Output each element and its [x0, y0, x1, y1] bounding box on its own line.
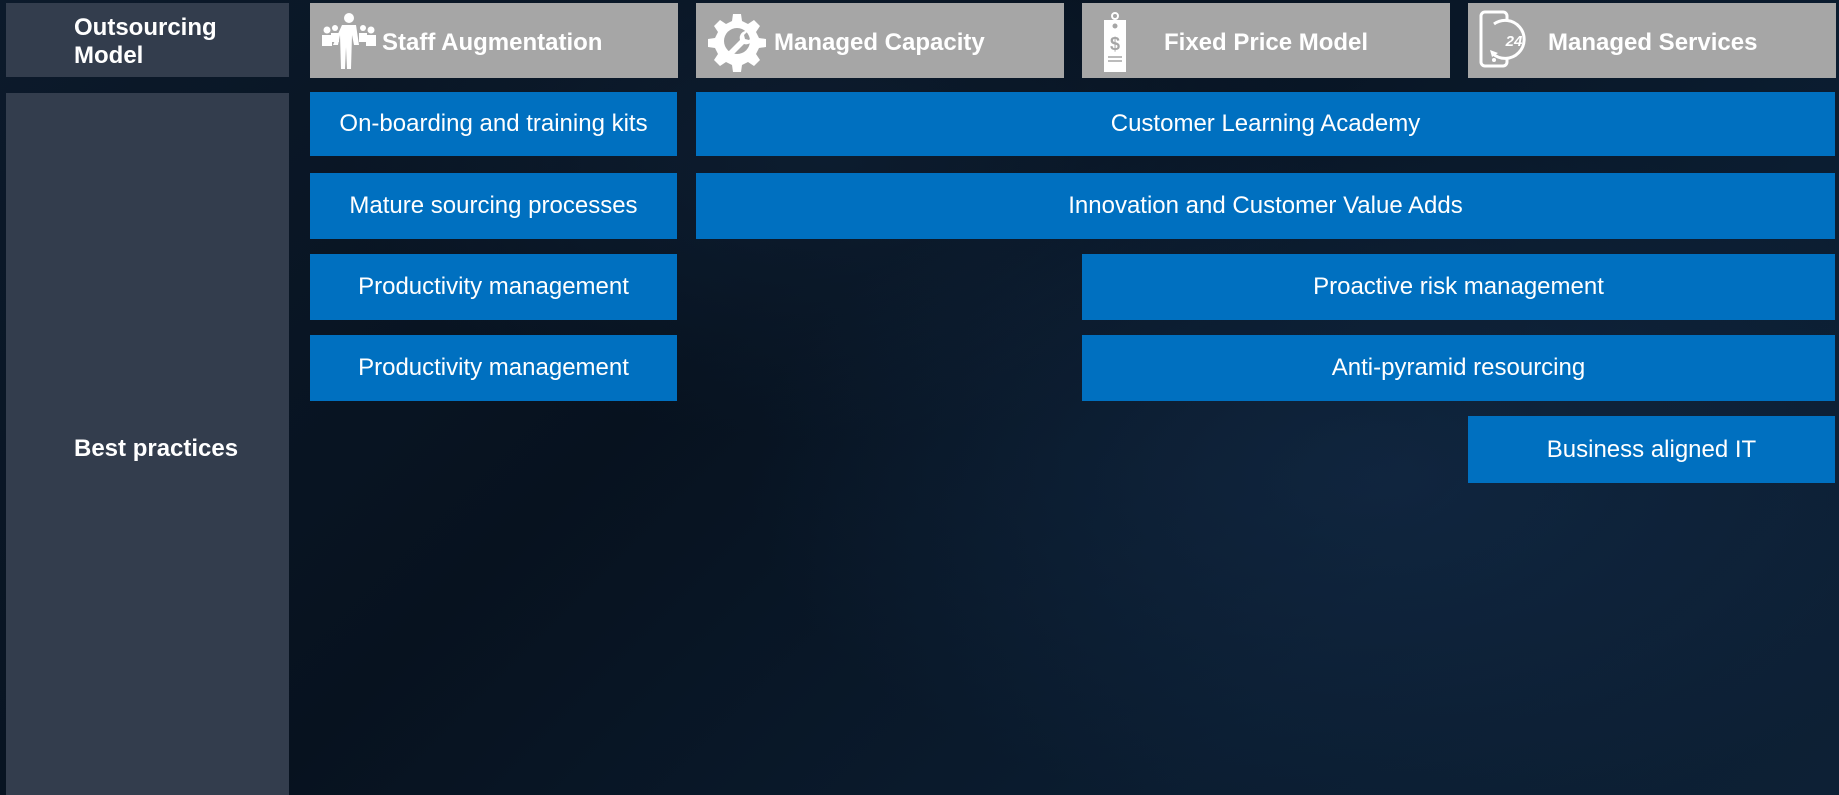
model-header-managed-capacity: Managed Capacity	[696, 3, 1064, 78]
svg-text:$: $	[1110, 34, 1120, 54]
people-icon	[322, 13, 376, 69]
phone-24-icon: 24	[1479, 10, 1526, 68]
price-tag-icon: $	[1104, 12, 1126, 72]
best-practices-panel: Best practices	[6, 93, 289, 795]
practice-cell: Productivity management	[310, 335, 677, 401]
model-title: Fixed Price Model	[1164, 29, 1369, 56]
model-title: Managed Capacity	[774, 29, 985, 56]
best-practices-label: Best practices	[74, 435, 239, 462]
icon-24-text: 24	[1505, 33, 1523, 50]
model-header-managed-services: 24 Managed Services	[1468, 3, 1836, 78]
outsourcing-model-label: Outsourcing Model	[6, 3, 289, 77]
practice-cell: Productivity management	[310, 254, 677, 320]
model-title: Staff Augmentation	[382, 29, 603, 56]
practice-cell: On-boarding and training kits	[310, 92, 677, 156]
practice-cell: Innovation and Customer Value Adds	[696, 173, 1835, 239]
gear-wrench-icon	[708, 14, 766, 72]
practice-cell: Mature sourcing processes	[310, 173, 677, 239]
practice-cell: Business aligned IT	[1468, 416, 1835, 483]
model-header-staff-augmentation: Staff Augmentation	[310, 3, 678, 78]
practice-cell: Anti-pyramid resourcing	[1082, 335, 1835, 401]
practice-cell: Customer Learning Academy	[696, 92, 1835, 156]
model-header-fixed-price-model: $ Fixed Price Model	[1082, 3, 1450, 78]
practice-cell: Proactive risk management	[1082, 254, 1835, 320]
model-title: Managed Services	[1548, 29, 1758, 56]
